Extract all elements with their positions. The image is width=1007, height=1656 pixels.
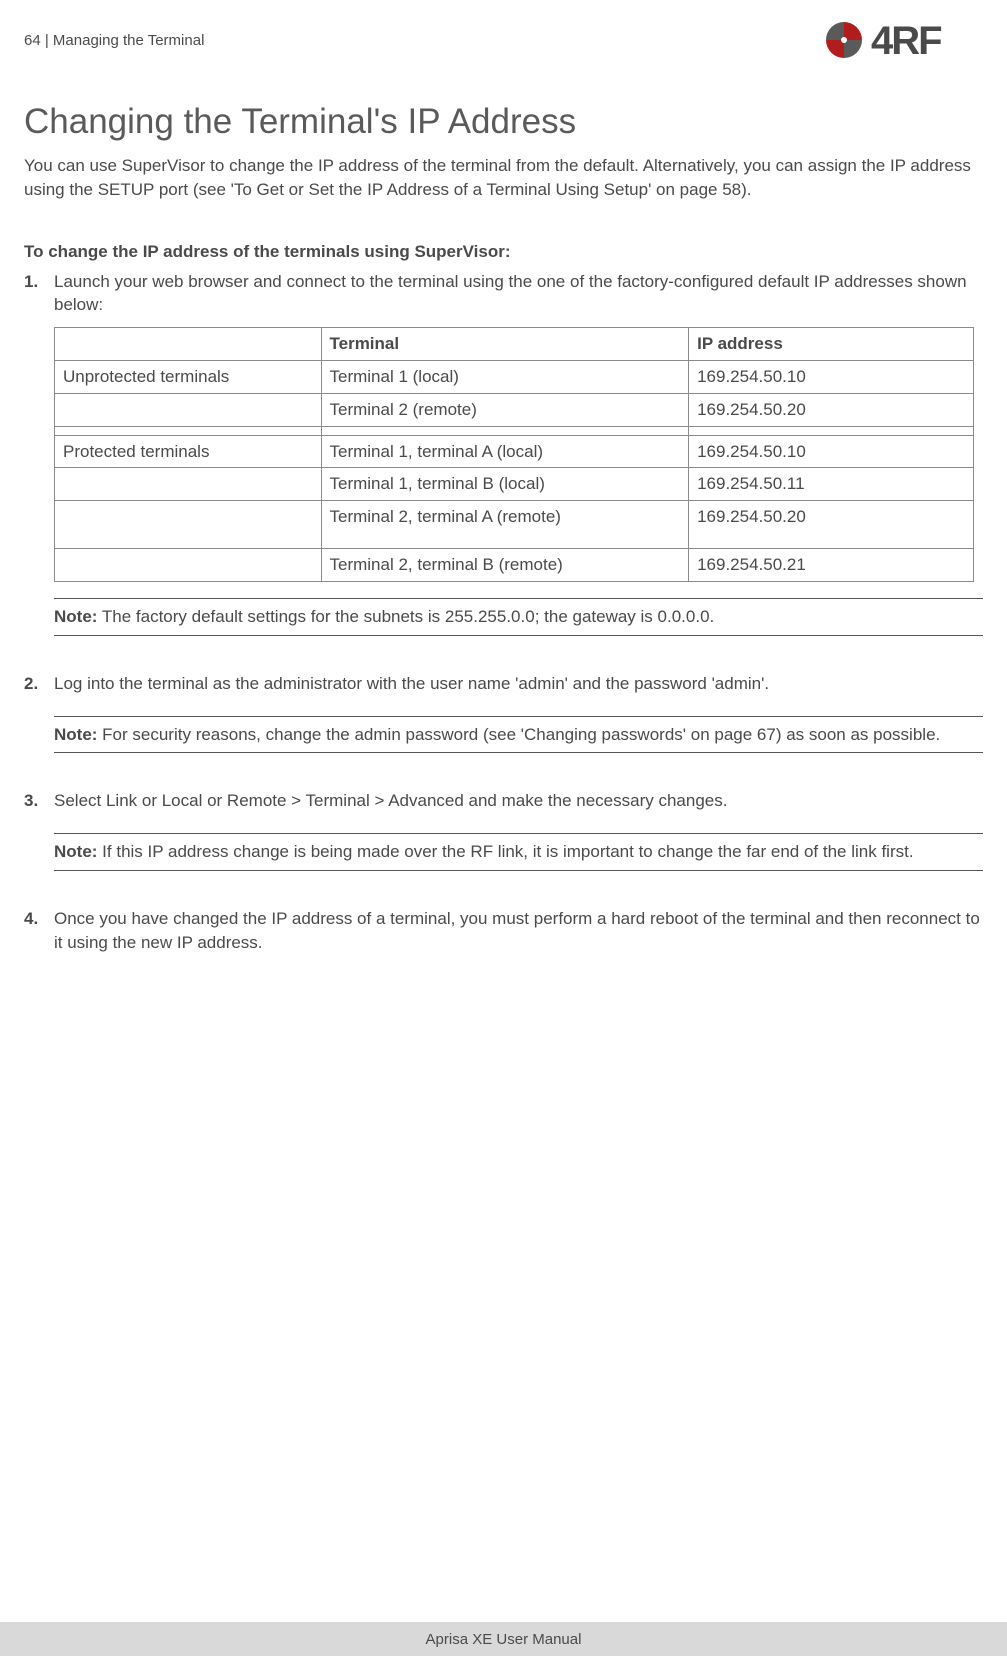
procedure-heading: To change the IP address of the terminal… <box>24 242 983 262</box>
cell: Protected terminals <box>55 435 322 468</box>
cell: Terminal 1, terminal A (local) <box>321 435 689 468</box>
step-text: Launch your web browser and connect to t… <box>54 270 983 318</box>
table-row: Terminal 2, terminal B (remote) 169.254.… <box>55 549 974 582</box>
page: 64 | Managing the Terminal 4RF Changing … <box>0 0 1007 1656</box>
cell: Terminal 1, terminal B (local) <box>321 468 689 501</box>
cell <box>55 393 322 426</box>
page-header: 64 | Managing the Terminal 4RF <box>24 18 983 62</box>
cell: Terminal 2 (remote) <box>321 393 689 426</box>
th-blank <box>55 328 322 361</box>
note-label: Note: <box>54 607 97 626</box>
table-row: Protected terminals Terminal 1, terminal… <box>55 435 974 468</box>
table-row <box>55 426 974 435</box>
intro-paragraph: You can use SuperVisor to change the IP … <box>24 154 983 202</box>
cell <box>55 426 322 435</box>
note-label: Note: <box>54 725 97 744</box>
cell: 169.254.50.10 <box>689 435 974 468</box>
note-text: The factory default settings for the sub… <box>97 607 714 626</box>
step-3: 3. Select Link or Local or Remote > Term… <box>24 789 983 897</box>
table-row: Terminal 2, terminal A (remote) 169.254.… <box>55 501 974 549</box>
page-footer: Aprisa XE User Manual <box>0 1622 1007 1656</box>
step-number: 2. <box>24 672 54 780</box>
cell: 169.254.50.10 <box>689 360 974 393</box>
brand-text-icon: 4RF <box>871 18 983 62</box>
cell: 169.254.50.20 <box>689 501 974 549</box>
cell: Terminal 2, terminal B (remote) <box>321 549 689 582</box>
note-text: For security reasons, change the admin p… <box>97 725 940 744</box>
page-title: Changing the Terminal's IP Address <box>24 102 983 142</box>
table-row: Unprotected terminals Terminal 1 (local)… <box>55 360 974 393</box>
svg-text:4RF: 4RF <box>871 19 941 62</box>
th-ip: IP address <box>689 328 974 361</box>
cell: 169.254.50.20 <box>689 393 974 426</box>
step-text: Once you have changed the IP address of … <box>54 907 983 955</box>
table-row: Terminal 2 (remote) 169.254.50.20 <box>55 393 974 426</box>
th-terminal: Terminal <box>321 328 689 361</box>
step-text: Select Link or Local or Remote > Termina… <box>54 789 983 813</box>
cell <box>55 501 322 549</box>
cell <box>321 426 689 435</box>
cell: Terminal 2, terminal A (remote) <box>321 501 689 549</box>
brand-logo: 4RF <box>821 18 983 62</box>
step-1: 1. Launch your web browser and connect t… <box>24 270 983 662</box>
step-text: Log into the terminal as the administrat… <box>54 672 983 696</box>
cell <box>55 549 322 582</box>
note-2: Note: For security reasons, change the a… <box>54 716 983 754</box>
cell <box>689 426 974 435</box>
step-2: 2. Log into the terminal as the administ… <box>24 672 983 780</box>
step-number: 3. <box>24 789 54 897</box>
cell: 169.254.50.11 <box>689 468 974 501</box>
cell: Unprotected terminals <box>55 360 322 393</box>
note-1: Note: The factory default settings for t… <box>54 598 983 636</box>
page-meta: 64 | Managing the Terminal <box>24 32 204 49</box>
table-header-row: Terminal IP address <box>55 328 974 361</box>
cell: 169.254.50.21 <box>689 549 974 582</box>
note-3: Note: If this IP address change is being… <box>54 833 983 871</box>
separator: | <box>41 32 53 49</box>
note-text: If this IP address change is being made … <box>97 842 913 861</box>
footer-text: Aprisa XE User Manual <box>426 1631 582 1648</box>
ip-address-table: Terminal IP address Unprotected terminal… <box>54 327 974 582</box>
step-number: 1. <box>24 270 54 662</box>
page-number: 64 <box>24 32 41 49</box>
chapter-name: Managing the Terminal <box>53 32 204 49</box>
step-4: 4. Once you have changed the IP address … <box>24 907 983 955</box>
pinwheel-icon <box>821 18 867 62</box>
cell: Terminal 1 (local) <box>321 360 689 393</box>
table-row: Terminal 1, terminal B (local) 169.254.5… <box>55 468 974 501</box>
cell <box>55 468 322 501</box>
step-number: 4. <box>24 907 54 955</box>
note-label: Note: <box>54 842 97 861</box>
